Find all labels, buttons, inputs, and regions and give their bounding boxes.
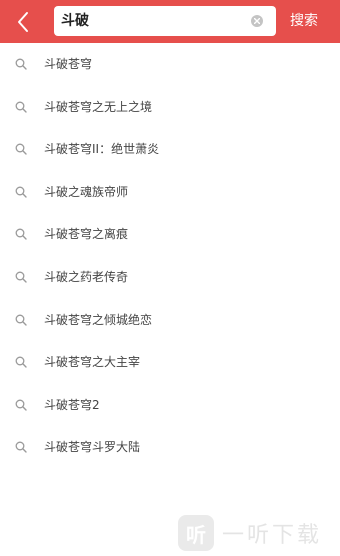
search-icon [15,356,27,368]
suggestion-label: 斗破苍穹斗罗大陆 [44,440,141,455]
search-icon [15,228,27,241]
search-button[interactable]: 搜索 [290,0,340,43]
search-icon [15,186,27,198]
search-icon [15,271,27,283]
chevron-left-icon [18,11,28,32]
suggestion-label: 斗破苍穹之倾城绝恋 [44,312,153,327]
suggestion-item[interactable]: 斗破苍穹斗罗大陆 [0,426,340,469]
search-page: 搜索 斗破苍穹 斗破苍穹之无上之境 斗破苍穹II：绝世萧炎 斗破之魂族帝师 斗破… [0,0,340,556]
clear-search-button[interactable] [251,15,263,27]
search-box [54,6,276,36]
suggestion-label: 斗破之药老传奇 [44,269,129,284]
suggestion-item[interactable]: 斗破之药老传奇 [0,256,340,299]
search-icon [15,441,27,454]
suggestion-item[interactable]: 斗破苍穹 [0,43,340,86]
search-icon [15,143,27,155]
suggestion-list: 斗破苍穹 斗破苍穹之无上之境 斗破苍穹II：绝世萧炎 斗破之魂族帝师 斗破苍穹之… [0,43,340,469]
suggestion-label: 斗破之魂族帝师 [44,184,129,199]
suggestion-label: 斗破苍穹2 [44,397,100,412]
suggestion-item[interactable]: 斗破苍穹之倾城绝恋 [0,299,340,342]
suggestion-item[interactable]: 斗破苍穹之离痕 [0,213,340,256]
suggestion-label: 斗破苍穹之无上之境 [44,99,153,114]
suggestion-item[interactable]: 斗破苍穹2 [0,384,340,427]
watermark: 听 一听下载 [178,515,322,551]
search-header: 搜索 [0,0,340,43]
suggestion-label: 斗破苍穹 [44,57,93,71]
suggestion-item[interactable]: 斗破苍穹之大主宰 [0,341,340,384]
search-icon [15,399,27,411]
search-icon [15,314,27,326]
suggestion-item[interactable]: 斗破苍穹II：绝世萧炎 [0,128,340,171]
back-button[interactable] [0,0,46,43]
suggestion-item[interactable]: 斗破苍穹之无上之境 [0,86,340,129]
suggestion-label: 斗破苍穹之大主宰 [44,355,141,370]
watermark-logo: 听 [178,515,214,551]
search-input[interactable] [61,6,241,36]
clear-circle-icon [254,18,260,24]
search-icon [15,101,27,113]
suggestion-label: 斗破苍穹II：绝世萧炎 [44,142,160,157]
suggestion-label: 斗破苍穹之离痕 [44,227,129,242]
search-icon [15,58,27,70]
suggestion-item[interactable]: 斗破之魂族帝师 [0,171,340,214]
watermark-text: 一听下载 [222,523,323,548]
